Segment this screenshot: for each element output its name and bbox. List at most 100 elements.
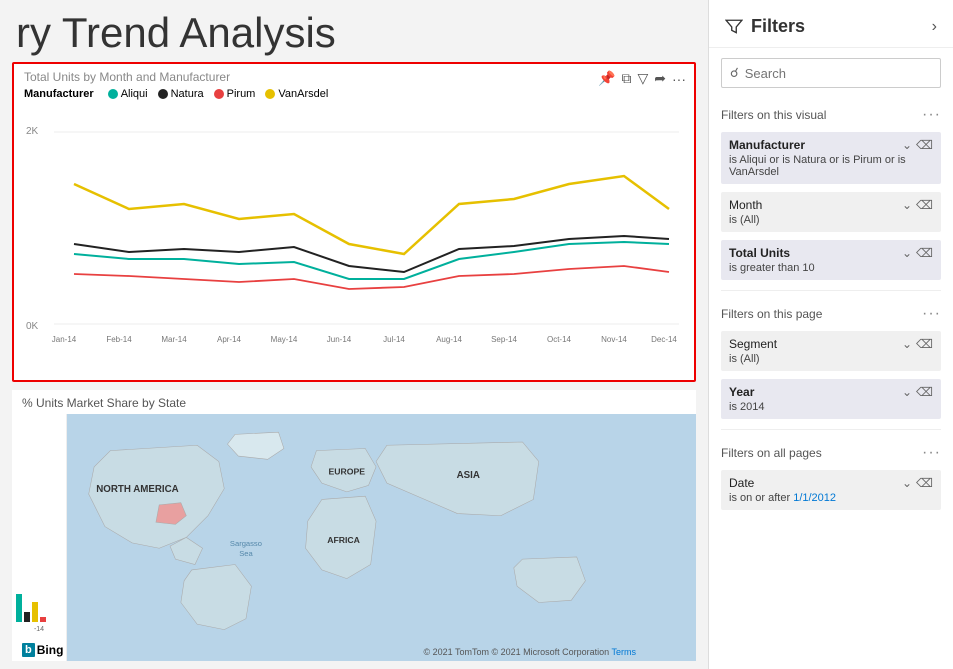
svg-text:Mar-14: Mar-14 (161, 335, 187, 344)
filter-month-name: Month (729, 198, 762, 212)
visual-filters-label: Filters on this visual ··· (709, 98, 953, 128)
filter-year-expand[interactable]: ⌄ (902, 385, 912, 399)
legend-aliqui-label: Aliqui (121, 88, 148, 100)
search-input[interactable] (745, 66, 932, 81)
map-section: % Units Market Share by State -14 (12, 390, 696, 661)
filter-total-units-name: Total Units (729, 246, 790, 260)
filter-segment-name: Segment (729, 337, 777, 351)
copy-icon[interactable]: ⧉ (621, 70, 631, 87)
svg-text:Sep-14: Sep-14 (491, 335, 517, 344)
page-filters-more[interactable]: ··· (922, 305, 941, 323)
label-sargasso-sea2: Sea (239, 549, 253, 558)
filter-month-value: is (All) (729, 214, 933, 226)
search-box[interactable]: ☌ (721, 58, 941, 88)
all-pages-filters-title: Filters on all pages (721, 446, 822, 460)
line-chart: 📌 ⧉ ▽ ➦ ··· Total Units by Month and Man… (12, 62, 696, 382)
filter-segment-expand[interactable]: ⌄ (902, 337, 912, 351)
filter-total-units-clear[interactable]: ⌫ (916, 246, 933, 260)
page-filters-title: Filters on this page (721, 307, 822, 321)
filter-manufacturer-expand[interactable]: ⌄ (902, 138, 912, 152)
filter-manufacturer-name: Manufacturer (729, 138, 805, 152)
filter-date-icons: ⌄ ⌫ (902, 476, 933, 490)
filter-manufacturer-icons: ⌄ ⌫ (902, 138, 933, 152)
filters-title-label: Filters (751, 16, 805, 37)
chart-title: Total Units by Month and Manufacturer (24, 70, 684, 84)
label-africa: AFRICA (327, 535, 360, 545)
filter-year-header: Year ⌄ ⌫ (729, 385, 933, 399)
more-icon[interactable]: ··· (672, 71, 686, 87)
filter-date-name: Date (729, 476, 754, 490)
filter-funnel-icon (725, 18, 743, 36)
filter-date-value: is on or after 1/1/2012 (729, 492, 933, 504)
pin-icon[interactable]: 📌 (598, 70, 615, 87)
bing-b-icon: b (22, 643, 35, 657)
legend-vanarsdel-label: VanArsdel (278, 88, 328, 100)
filter-month: Month ⌄ ⌫ is (All) (721, 192, 941, 232)
filter-manufacturer-value: is Aliqui or is Natura or is Pirum or is… (729, 154, 933, 178)
filter-total-units-value: is greater than 10 (729, 262, 933, 274)
filter-year-clear[interactable]: ⌫ (916, 385, 933, 399)
chart-legend: Manufacturer Aliqui Natura Pirum VanArsd… (24, 88, 684, 100)
chart-area: 2K 0K Jan-14 Feb-14 Mar-14 Apr-14 May- (24, 104, 684, 344)
visual-filters-more[interactable]: ··· (922, 106, 941, 124)
filter-date: Date ⌄ ⌫ is on or after 1/1/2012 (721, 470, 941, 510)
chart-toolbar: 📌 ⧉ ▽ ➦ ··· (598, 70, 686, 87)
label-asia: ASIA (457, 470, 480, 481)
all-pages-filters-label: Filters on all pages ··· (709, 436, 953, 466)
filter-year-value: is 2014 (729, 401, 933, 413)
all-pages-filters-more[interactable]: ··· (922, 444, 941, 462)
sidebar-collapse-button[interactable]: › (932, 18, 937, 36)
filter-year-name: Year (729, 385, 754, 399)
filter-total-units-header: Total Units ⌄ ⌫ (729, 246, 933, 260)
filter-year-icons: ⌄ ⌫ (902, 385, 933, 399)
label-north-america: NORTH AMERICA (96, 484, 179, 495)
legend-pirum-label: Pirum (227, 88, 256, 100)
filter-segment-value: is (All) (729, 353, 933, 365)
divider-2 (721, 429, 941, 430)
svg-text:Aug-14: Aug-14 (436, 335, 462, 344)
svg-text:Jul-14: Jul-14 (383, 335, 405, 344)
filter-segment-clear[interactable]: ⌫ (916, 337, 933, 351)
svg-text:Jan-14: Jan-14 (52, 335, 77, 344)
sidebar-header: Filters › (709, 0, 953, 48)
svg-text:May-14: May-14 (271, 335, 298, 344)
filter-manufacturer: Manufacturer ⌄ ⌫ is Aliqui or is Natura … (721, 132, 941, 184)
svg-text:Oct-14: Oct-14 (547, 335, 572, 344)
filter-date-link[interactable]: 1/1/2012 (793, 492, 836, 504)
mini-bar-x-label: -14 (16, 626, 62, 633)
expand-icon[interactable]: ➦ (654, 70, 666, 87)
label-europe: EUROPE (329, 467, 366, 477)
terms-link[interactable]: Terms (612, 647, 637, 657)
filter-date-expand[interactable]: ⌄ (902, 476, 912, 490)
svg-text:Nov-14: Nov-14 (601, 335, 627, 344)
map-copyright: © 2021 TomTom © 2021 Microsoft Corporati… (423, 647, 636, 657)
visual-filters-title: Filters on this visual (721, 108, 826, 122)
filter-manufacturer-clear[interactable]: ⌫ (916, 138, 933, 152)
legend-natura-label: Natura (171, 88, 204, 100)
filter-segment-icons: ⌄ ⌫ (902, 337, 933, 351)
svg-text:Jun-14: Jun-14 (327, 335, 352, 344)
divider-1 (721, 290, 941, 291)
filter-icon[interactable]: ▽ (637, 70, 648, 87)
svg-text:0K: 0K (26, 321, 39, 332)
page-filters-label: Filters on this page ··· (709, 297, 953, 327)
label-sargasso-sea: Sargasso (230, 539, 262, 548)
map-background: -14 (12, 414, 696, 661)
legend-manufacturer-label: Manufacturer (24, 88, 94, 100)
map-title: % Units Market Share by State (12, 390, 696, 414)
legend-vanarsdel: VanArsdel (265, 88, 328, 100)
filter-year: Year ⌄ ⌫ is 2014 (721, 379, 941, 419)
filter-month-header: Month ⌄ ⌫ (729, 198, 933, 212)
legend-natura: Natura (158, 88, 204, 100)
legend-pirum: Pirum (214, 88, 256, 100)
search-icon: ☌ (730, 65, 739, 81)
filter-segment: Segment ⌄ ⌫ is (All) (721, 331, 941, 371)
filter-total-units-expand[interactable]: ⌄ (902, 246, 912, 260)
filter-month-expand[interactable]: ⌄ (902, 198, 912, 212)
filter-month-clear[interactable]: ⌫ (916, 198, 933, 212)
svg-text:Feb-14: Feb-14 (106, 335, 132, 344)
page-title: ry Trend Analysis (0, 0, 708, 62)
svg-text:2K: 2K (26, 126, 39, 137)
bing-label: Bing (37, 643, 64, 657)
filter-date-clear[interactable]: ⌫ (916, 476, 933, 490)
